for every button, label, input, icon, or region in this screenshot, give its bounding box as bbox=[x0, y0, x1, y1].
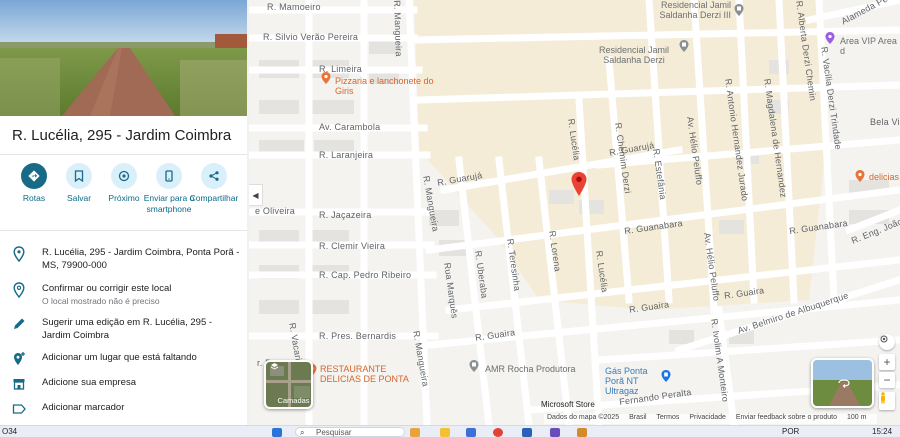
add-business-text: Adicione sua empresa bbox=[42, 377, 136, 388]
street-view-thumbnail[interactable] bbox=[811, 358, 874, 408]
scale-label[interactable]: 100 m bbox=[847, 414, 866, 421]
zoom-in-button[interactable]: + bbox=[879, 354, 895, 370]
storefront-icon bbox=[13, 379, 25, 390]
street-view-photo bbox=[0, 0, 249, 116]
add-location-icon bbox=[14, 352, 25, 365]
divider bbox=[0, 154, 249, 155]
collapse-panel-button[interactable]: ◀ bbox=[249, 184, 263, 206]
zoom-out-button[interactable]: − bbox=[879, 372, 895, 388]
poi-delicias[interactable]: delicias bbox=[869, 172, 899, 182]
street-label: R. Mamoeiro bbox=[267, 2, 321, 12]
share-label: Compartilhar bbox=[189, 193, 239, 203]
street-label: Av. Carambola bbox=[319, 122, 381, 132]
app-icon[interactable] bbox=[522, 428, 532, 437]
street-label: R. Jaçazeira bbox=[319, 210, 372, 220]
attribution-country[interactable]: Brasil bbox=[629, 414, 647, 421]
street-label: R. Mangueira bbox=[392, 0, 404, 57]
send-to-phone-icon bbox=[156, 163, 182, 189]
street-label: R. Pres. Bernardis bbox=[319, 331, 397, 341]
ms-store-tooltip: Microsoft Store bbox=[541, 400, 595, 409]
bookmark-icon bbox=[66, 163, 92, 189]
building-marker-icon[interactable] bbox=[679, 40, 689, 52]
app-icon[interactable] bbox=[466, 428, 476, 437]
building-marker-icon[interactable] bbox=[734, 4, 744, 16]
poi-amr[interactable]: AMR Rocha Produtora bbox=[485, 364, 576, 374]
confirm-location-title: Confirmar ou corrigir este local bbox=[42, 283, 172, 294]
search-placeholder: Pesquisar bbox=[316, 428, 352, 437]
layers-label: Camadas bbox=[277, 396, 310, 405]
suggest-edit-text: Sugerir uma edição em R. Lucélia, 295 - … bbox=[42, 317, 213, 341]
pegman-button[interactable] bbox=[879, 392, 895, 410]
window: R. Lucélia, 295 - Jardim Coimbra Rotas S… bbox=[0, 0, 900, 437]
place-panel: R. Lucélia, 295 - Jardim Coimbra Rotas S… bbox=[0, 0, 249, 425]
share-button[interactable]: Compartilhar bbox=[188, 160, 240, 204]
plus-icon: + bbox=[883, 355, 891, 369]
pencil-icon bbox=[14, 318, 25, 329]
place-photo[interactable] bbox=[0, 0, 249, 116]
app-icon[interactable] bbox=[550, 428, 560, 437]
privacy-link[interactable]: Privacidade bbox=[689, 414, 726, 421]
search-icon: ⌕ bbox=[300, 428, 305, 437]
selected-location-pin-icon[interactable] bbox=[571, 172, 587, 196]
map-canvas[interactable]: R. Mamoeiro R. Silvio Verão Pereira R. L… bbox=[249, 0, 900, 425]
place-title: R. Lucélia, 295 - Jardim Coimbra bbox=[12, 127, 232, 144]
poi-area-vip[interactable]: Area VIP Area d bbox=[840, 36, 900, 56]
rotate-360-icon bbox=[838, 379, 850, 388]
share-icon bbox=[201, 163, 227, 189]
map-attribution: Dados do mapa ©2025 Brasil Termos Privac… bbox=[544, 414, 878, 424]
chrome-icon[interactable] bbox=[493, 428, 503, 437]
poi-restaurante[interactable]: RESTAURANTE DELICIAS DE PONTA bbox=[320, 364, 410, 384]
taskbar-weather[interactable]: O34 bbox=[2, 427, 17, 436]
feedback-link[interactable]: Enviar feedback sobre o produto bbox=[736, 414, 837, 421]
clock[interactable]: 15:24 bbox=[872, 427, 892, 436]
my-location-button[interactable] bbox=[879, 334, 895, 350]
directions-icon bbox=[21, 163, 47, 189]
street-label: Bela Vis bbox=[870, 117, 900, 127]
street-label: e Oliveira bbox=[255, 206, 296, 216]
confirm-location-subtitle: O local mostrado não é preciso bbox=[42, 296, 160, 306]
taskbar-search[interactable]: ⌕ Pesquisar bbox=[295, 427, 405, 437]
app-icon[interactable] bbox=[410, 428, 420, 437]
taskbar: O34 ⌕ Pesquisar POR 15:24 bbox=[0, 425, 900, 437]
label-icon bbox=[12, 404, 26, 414]
add-label-text: Adicionar marcador bbox=[42, 402, 125, 413]
street-label: R. Silvio Verão Pereira bbox=[263, 32, 359, 42]
location-pin-icon bbox=[13, 246, 25, 262]
nearby-icon bbox=[111, 163, 137, 189]
poi-gas[interactable]: Gás Ponta Porã NT Ultragaz bbox=[605, 366, 665, 396]
layers-button[interactable]: Camadas bbox=[264, 360, 313, 409]
street-label: R. Clemir Vieira bbox=[319, 241, 386, 251]
street-label: R. Laranjeira bbox=[319, 150, 374, 160]
chevron-left-icon: ◀ bbox=[252, 190, 259, 200]
attribution-data: Dados do mapa ©2025 bbox=[547, 414, 620, 421]
restaurant-marker-icon[interactable] bbox=[855, 170, 865, 182]
divider bbox=[0, 230, 249, 231]
pegman-icon bbox=[881, 392, 885, 404]
poi-pizzaria[interactable]: Pizzaria e lanchonete do Giris bbox=[335, 76, 445, 96]
my-location-icon bbox=[880, 335, 888, 343]
business-marker-icon[interactable] bbox=[469, 360, 479, 372]
language-indicator[interactable]: POR bbox=[782, 427, 799, 436]
location-pin-outline-icon bbox=[13, 282, 25, 298]
poi-residencial-iii[interactable]: Residencial Jamil Saldanha Derzi III bbox=[651, 0, 731, 20]
minus-icon: − bbox=[883, 373, 891, 387]
poi-residencial[interactable]: Residencial Jamil Saldanha Derzi bbox=[594, 45, 674, 65]
layers-icon bbox=[270, 363, 279, 370]
terms-link[interactable]: Termos bbox=[656, 414, 679, 421]
street-label: R. Cap. Pedro Ribeiro bbox=[319, 270, 412, 280]
action-bar: Rotas Salvar Próximo Enviar para o smart… bbox=[0, 160, 249, 224]
restaurant-marker-icon[interactable] bbox=[321, 72, 331, 84]
address-text: R. Lucélia, 295 - Jardim Coimbra, Ponta … bbox=[42, 247, 240, 271]
app-icon[interactable] bbox=[577, 428, 587, 437]
file-explorer-icon[interactable] bbox=[440, 428, 450, 437]
add-place-text: Adicionar um lugar que está faltando bbox=[42, 352, 197, 363]
area-vip-marker-icon[interactable] bbox=[825, 32, 835, 44]
windows-start-icon[interactable] bbox=[272, 428, 282, 437]
